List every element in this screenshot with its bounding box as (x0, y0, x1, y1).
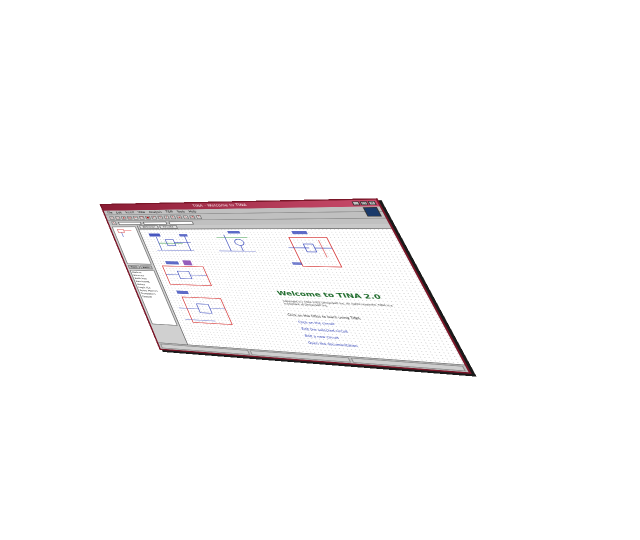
menu-item-tm[interactable]: T&M (165, 210, 174, 214)
wire-icon[interactable]: ╱ (163, 215, 170, 219)
link-edit-new[interactable]: Edit a new circuit (304, 334, 339, 340)
link-open-documentation[interactable]: Open the documentation (307, 341, 358, 348)
paste-icon[interactable]: ▣ (144, 215, 151, 220)
zoom-icon[interactable]: ⊕ (176, 215, 183, 219)
menu-item-view[interactable]: View (137, 210, 146, 214)
menu-item-insert[interactable]: Insert (125, 210, 135, 214)
print-icon[interactable]: ▤ (126, 215, 133, 220)
tab-basic[interactable]: Basic (139, 265, 153, 270)
schematic-amplifier-1[interactable] (147, 232, 206, 257)
window-controls: _ □ × (351, 200, 377, 206)
mode-select[interactable] (168, 221, 194, 225)
menu-item-edit[interactable]: Edit (115, 210, 122, 214)
cut-icon[interactable]: ✂ (132, 215, 139, 220)
menu-item-help[interactable]: Help (188, 209, 197, 213)
zoom-select[interactable] (142, 221, 168, 225)
schematic-circuit-3[interactable] (273, 230, 360, 272)
help-icon[interactable]: ? (195, 214, 203, 219)
schematic-transistor-2[interactable] (201, 230, 264, 256)
menu-item-tools[interactable]: Tools (176, 209, 186, 213)
intro-text: Click on the titles to learn using TINA: (286, 313, 363, 321)
menu-item-file[interactable]: File (107, 211, 114, 215)
pointer-icon[interactable]: ↖ (111, 221, 117, 225)
link-edit-selected[interactable]: Edit the selected circuit (301, 327, 349, 333)
open-file-icon[interactable]: ▭ (114, 215, 121, 220)
save-icon[interactable]: ▪ (120, 215, 127, 220)
undo-icon[interactable]: ↶ (150, 215, 158, 220)
tab-tools[interactable]: Tools (127, 265, 141, 270)
preview-schematic-icon (114, 228, 141, 240)
close-button[interactable]: × (367, 200, 377, 206)
meter-icon[interactable]: ◔ (188, 215, 196, 219)
list-item[interactable]: Special (142, 295, 165, 299)
panel-tabs: Tools Basic (127, 265, 154, 270)
text-icon[interactable]: T (169, 215, 177, 219)
application-window: TINA - Welcome to TINA _ □ × File Edit I… (99, 198, 472, 375)
copyright-text: Copyright (C) 1993-2002 DesignSoft Inc. … (282, 299, 394, 308)
redo-icon[interactable]: ↷ (157, 215, 164, 220)
analysis-icon[interactable]: ∿ (182, 215, 189, 219)
copy-icon[interactable]: ❐ (138, 215, 145, 220)
link-click-circuit[interactable]: Click on the circuit (298, 320, 336, 325)
component-select[interactable] (117, 221, 142, 225)
menu-item-analysis[interactable]: Analysis (148, 210, 163, 214)
new-file-icon[interactable]: ▫ (108, 216, 115, 220)
screen-stage: TINA - Welcome to TINA _ □ × File Edit I… (0, 0, 640, 540)
